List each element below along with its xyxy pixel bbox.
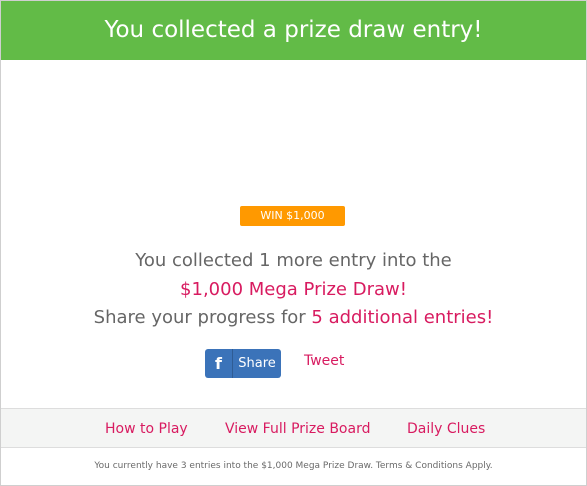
entry-message: You collected 1 more entry into the $1,0…	[1, 247, 586, 333]
share-progress-text: Share your progress for	[93, 307, 312, 328]
additional-entries-text: 5 additional entries!	[311, 307, 494, 328]
tweet-link[interactable]: Tweet	[304, 353, 344, 369]
prize-draw-name: $1,000 Mega Prize Draw!	[180, 278, 407, 300]
footer-nav: How to Play View Full Prize Board Daily …	[1, 408, 586, 448]
message-line-3: Share your progress for 5 additional ent…	[1, 304, 586, 333]
modal-title: You collected a prize draw entry!	[1, 1, 586, 60]
facebook-icon: f	[215, 354, 222, 373]
prize-board-link[interactable]: View Full Prize Board	[225, 409, 370, 449]
facebook-share-button[interactable]: f Share	[205, 349, 281, 378]
win-amount-badge: WIN $1,000	[240, 206, 345, 226]
facebook-share-label: Share	[238, 356, 276, 371]
social-share-bar: f Share Tweet	[1, 349, 586, 379]
entries-disclaimer: You currently have 3 entries into the $1…	[94, 461, 493, 471]
message-line-1: You collected 1 more entry into the	[135, 250, 452, 271]
prize-entry-modal: You collected a prize draw entry! WIN $1…	[0, 0, 587, 486]
how-to-play-link[interactable]: How to Play	[105, 409, 188, 449]
daily-clues-link[interactable]: Daily Clues	[407, 409, 485, 449]
